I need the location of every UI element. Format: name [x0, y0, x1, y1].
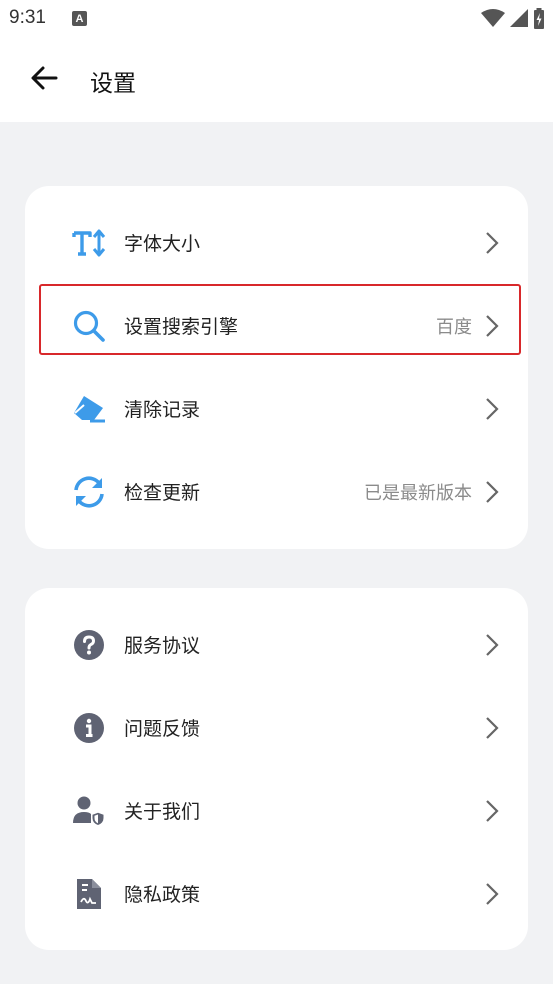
chevron-right-icon [486, 315, 499, 337]
setting-value: 已是最新版本 [364, 483, 472, 504]
setting-check-update[interactable]: 检查更新 已是最新版本 [25, 450, 528, 533]
setting-search-engine[interactable]: 设置搜索引擎 百度 [25, 284, 528, 367]
status-icons [481, 8, 545, 30]
status-time: 9:31 [9, 7, 46, 28]
page-title: 设置 [90, 71, 136, 97]
chevron-right-icon [486, 481, 499, 503]
settings-group-about: 服务协议 问题反馈 关于我们 隐私政策 [25, 588, 528, 950]
chevron-right-icon [486, 232, 499, 254]
status-bar: 9:31 A [0, 0, 553, 38]
battery-icon [534, 8, 544, 29]
chevron-right-icon [486, 634, 499, 656]
eraser-icon [71, 391, 107, 427]
signal-icon [510, 9, 528, 27]
setting-label: 问题反馈 [124, 718, 201, 740]
font-size-icon [71, 225, 107, 261]
notification-a-icon: A [72, 11, 87, 26]
refresh-icon [71, 474, 107, 510]
document-icon [71, 876, 107, 912]
question-circle-icon [71, 627, 107, 663]
setting-label: 服务协议 [124, 635, 201, 657]
setting-feedback[interactable]: 问题反馈 [25, 686, 528, 769]
chevron-right-icon [486, 800, 499, 822]
chevron-right-icon [486, 398, 499, 420]
setting-value: 百度 [436, 317, 472, 338]
setting-label: 字体大小 [124, 233, 201, 255]
back-button[interactable] [26, 60, 62, 96]
search-icon [71, 308, 107, 344]
chevron-right-icon [486, 717, 499, 739]
setting-label: 隐私政策 [124, 884, 201, 906]
setting-clear-history[interactable]: 清除记录 [25, 367, 528, 450]
setting-service-agreement[interactable]: 服务协议 [25, 603, 528, 686]
app-header: 设置 [0, 38, 553, 122]
user-shield-icon [71, 793, 107, 829]
info-circle-icon [71, 710, 107, 746]
arrow-left-icon [31, 66, 58, 90]
setting-label: 检查更新 [124, 482, 201, 504]
settings-group-general: 字体大小 设置搜索引擎 百度 清除记录 检查更新 已是最新版本 [25, 186, 528, 549]
setting-font-size[interactable]: 字体大小 [25, 201, 528, 284]
setting-label: 设置搜索引擎 [124, 316, 239, 338]
setting-about-us[interactable]: 关于我们 [25, 769, 528, 852]
wifi-icon [481, 9, 505, 27]
chevron-right-icon [486, 883, 499, 905]
setting-label: 清除记录 [124, 399, 201, 421]
setting-privacy-policy[interactable]: 隐私政策 [25, 852, 528, 935]
setting-label: 关于我们 [124, 801, 201, 823]
